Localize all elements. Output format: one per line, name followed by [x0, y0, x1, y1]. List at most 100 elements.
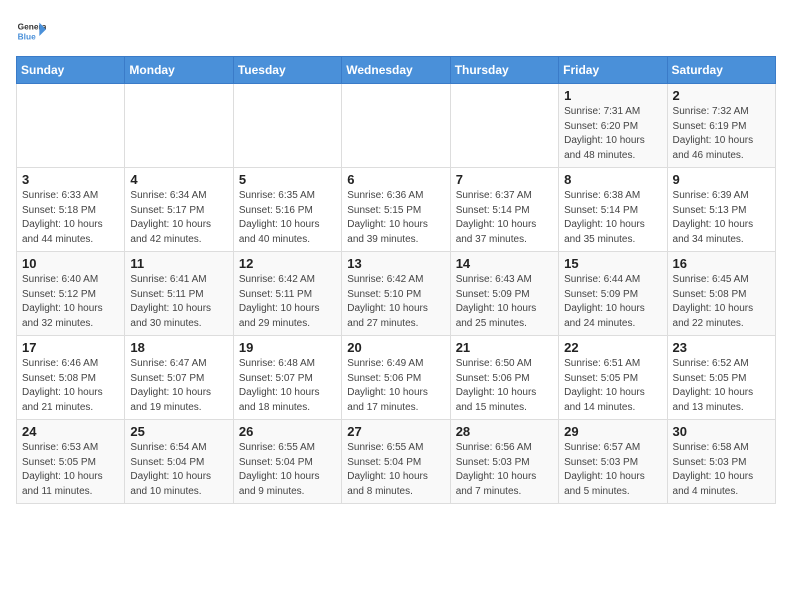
day-number: 9 — [673, 172, 770, 187]
day-info: Sunrise: 6:37 AM Sunset: 5:14 PM Dayligh… — [456, 189, 553, 247]
day-info: Sunrise: 6:43 AM Sunset: 5:09 PM Dayligh… — [456, 273, 553, 331]
day-header-thursday: Thursday — [450, 57, 558, 84]
calendar-cell: 21 Sunrise: 6:50 AM Sunset: 5:06 PM Dayli… — [450, 336, 558, 420]
week-row-5: 24 Sunrise: 6:53 AM Sunset: 5:05 PM Dayli… — [17, 420, 776, 504]
calendar-cell: 3 Sunrise: 6:33 AM Sunset: 5:18 PM Daylig… — [17, 168, 125, 252]
calendar-cell: 8 Sunrise: 6:38 AM Sunset: 5:14 PM Daylig… — [559, 168, 667, 252]
calendar-cell: 11 Sunrise: 6:41 AM Sunset: 5:11 PM Dayli… — [125, 252, 233, 336]
day-header-monday: Monday — [125, 57, 233, 84]
day-number: 1 — [564, 88, 661, 103]
day-number: 17 — [22, 340, 119, 355]
day-info: Sunrise: 6:58 AM Sunset: 5:03 PM Dayligh… — [673, 441, 770, 499]
day-info: Sunrise: 6:41 AM Sunset: 5:11 PM Dayligh… — [130, 273, 227, 331]
day-info: Sunrise: 6:55 AM Sunset: 5:04 PM Dayligh… — [239, 441, 336, 499]
day-info: Sunrise: 6:36 AM Sunset: 5:15 PM Dayligh… — [347, 189, 444, 247]
day-number: 11 — [130, 256, 227, 271]
calendar-cell: 1 Sunrise: 7:31 AM Sunset: 6:20 PM Daylig… — [559, 84, 667, 168]
day-number: 12 — [239, 256, 336, 271]
calendar-cell — [125, 84, 233, 168]
week-row-1: 1 Sunrise: 7:31 AM Sunset: 6:20 PM Daylig… — [17, 84, 776, 168]
day-number: 5 — [239, 172, 336, 187]
day-number: 4 — [130, 172, 227, 187]
day-info: Sunrise: 6:34 AM Sunset: 5:17 PM Dayligh… — [130, 189, 227, 247]
calendar-cell: 30 Sunrise: 6:58 AM Sunset: 5:03 PM Dayli… — [667, 420, 775, 504]
day-header-tuesday: Tuesday — [233, 57, 341, 84]
day-info: Sunrise: 6:42 AM Sunset: 5:11 PM Dayligh… — [239, 273, 336, 331]
calendar-cell: 13 Sunrise: 6:42 AM Sunset: 5:10 PM Dayli… — [342, 252, 450, 336]
day-number: 8 — [564, 172, 661, 187]
calendar-cell: 4 Sunrise: 6:34 AM Sunset: 5:17 PM Daylig… — [125, 168, 233, 252]
day-number: 7 — [456, 172, 553, 187]
day-number: 29 — [564, 424, 661, 439]
day-info: Sunrise: 6:40 AM Sunset: 5:12 PM Dayligh… — [22, 273, 119, 331]
day-info: Sunrise: 6:33 AM Sunset: 5:18 PM Dayligh… — [22, 189, 119, 247]
day-info: Sunrise: 6:50 AM Sunset: 5:06 PM Dayligh… — [456, 357, 553, 415]
calendar-cell: 26 Sunrise: 6:55 AM Sunset: 5:04 PM Dayli… — [233, 420, 341, 504]
calendar-cell: 2 Sunrise: 7:32 AM Sunset: 6:19 PM Daylig… — [667, 84, 775, 168]
calendar-cell: 20 Sunrise: 6:49 AM Sunset: 5:06 PM Dayli… — [342, 336, 450, 420]
calendar-cell: 24 Sunrise: 6:53 AM Sunset: 5:05 PM Dayli… — [17, 420, 125, 504]
calendar-header-row: SundayMondayTuesdayWednesdayThursdayFrid… — [17, 57, 776, 84]
day-number: 10 — [22, 256, 119, 271]
day-number: 14 — [456, 256, 553, 271]
day-info: Sunrise: 6:49 AM Sunset: 5:06 PM Dayligh… — [347, 357, 444, 415]
calendar-cell: 17 Sunrise: 6:46 AM Sunset: 5:08 PM Dayli… — [17, 336, 125, 420]
day-info: Sunrise: 6:38 AM Sunset: 5:14 PM Dayligh… — [564, 189, 661, 247]
calendar-cell — [342, 84, 450, 168]
day-number: 15 — [564, 256, 661, 271]
calendar-cell: 16 Sunrise: 6:45 AM Sunset: 5:08 PM Dayli… — [667, 252, 775, 336]
day-number: 2 — [673, 88, 770, 103]
day-info: Sunrise: 6:55 AM Sunset: 5:04 PM Dayligh… — [347, 441, 444, 499]
day-info: Sunrise: 7:31 AM Sunset: 6:20 PM Dayligh… — [564, 105, 661, 163]
day-number: 28 — [456, 424, 553, 439]
day-header-sunday: Sunday — [17, 57, 125, 84]
day-number: 25 — [130, 424, 227, 439]
calendar-table: SundayMondayTuesdayWednesdayThursdayFrid… — [16, 56, 776, 504]
day-number: 27 — [347, 424, 444, 439]
logo-icon: General Blue — [16, 16, 46, 46]
day-number: 22 — [564, 340, 661, 355]
day-info: Sunrise: 6:46 AM Sunset: 5:08 PM Dayligh… — [22, 357, 119, 415]
day-header-wednesday: Wednesday — [342, 57, 450, 84]
calendar-cell: 18Sunrise: 6:47 AM Sunset: 5:07 PM Dayli… — [125, 336, 233, 420]
week-row-3: 10 Sunrise: 6:40 AM Sunset: 5:12 PM Dayli… — [17, 252, 776, 336]
calendar-cell: 27 Sunrise: 6:55 AM Sunset: 5:04 PM Dayli… — [342, 420, 450, 504]
day-number: 24 — [22, 424, 119, 439]
calendar-cell: 28 Sunrise: 6:56 AM Sunset: 5:03 PM Dayli… — [450, 420, 558, 504]
day-info: Sunrise: 6:47 AM Sunset: 5:07 PM Dayligh… — [130, 357, 227, 415]
day-info: Sunrise: 6:45 AM Sunset: 5:08 PM Dayligh… — [673, 273, 770, 331]
calendar-cell — [17, 84, 125, 168]
day-info: Sunrise: 6:52 AM Sunset: 5:05 PM Dayligh… — [673, 357, 770, 415]
calendar-cell: 15 Sunrise: 6:44 AM Sunset: 5:09 PM Dayli… — [559, 252, 667, 336]
calendar-cell: 9 Sunrise: 6:39 AM Sunset: 5:13 PM Daylig… — [667, 168, 775, 252]
calendar-cell: 10 Sunrise: 6:40 AM Sunset: 5:12 PM Dayli… — [17, 252, 125, 336]
day-number: 3 — [22, 172, 119, 187]
calendar-cell: 14 Sunrise: 6:43 AM Sunset: 5:09 PM Dayli… — [450, 252, 558, 336]
day-info: Sunrise: 7:32 AM Sunset: 6:19 PM Dayligh… — [673, 105, 770, 163]
calendar-cell: 7 Sunrise: 6:37 AM Sunset: 5:14 PM Daylig… — [450, 168, 558, 252]
day-number: 30 — [673, 424, 770, 439]
day-number: 20 — [347, 340, 444, 355]
day-info: Sunrise: 6:39 AM Sunset: 5:13 PM Dayligh… — [673, 189, 770, 247]
logo: General Blue — [16, 16, 46, 46]
day-info: Sunrise: 6:53 AM Sunset: 5:05 PM Dayligh… — [22, 441, 119, 499]
day-number: 23 — [673, 340, 770, 355]
week-row-2: 3 Sunrise: 6:33 AM Sunset: 5:18 PM Daylig… — [17, 168, 776, 252]
calendar-cell: 5Sunrise: 6:35 AM Sunset: 5:16 PM Daylig… — [233, 168, 341, 252]
day-info: Sunrise: 6:56 AM Sunset: 5:03 PM Dayligh… — [456, 441, 553, 499]
day-info: Sunrise: 6:51 AM Sunset: 5:05 PM Dayligh… — [564, 357, 661, 415]
day-number: 6 — [347, 172, 444, 187]
calendar-cell: 19 Sunrise: 6:48 AM Sunset: 5:07 PM Dayli… — [233, 336, 341, 420]
calendar-cell: 29Sunrise: 6:57 AM Sunset: 5:03 PM Dayli… — [559, 420, 667, 504]
day-number: 13 — [347, 256, 444, 271]
day-header-saturday: Saturday — [667, 57, 775, 84]
day-number: 16 — [673, 256, 770, 271]
day-info: Sunrise: 6:44 AM Sunset: 5:09 PM Dayligh… — [564, 273, 661, 331]
week-row-4: 17 Sunrise: 6:46 AM Sunset: 5:08 PM Dayli… — [17, 336, 776, 420]
day-number: 19 — [239, 340, 336, 355]
day-info: Sunrise: 6:48 AM Sunset: 5:07 PM Dayligh… — [239, 357, 336, 415]
day-number: 26 — [239, 424, 336, 439]
day-header-friday: Friday — [559, 57, 667, 84]
day-number: 21 — [456, 340, 553, 355]
day-info: Sunrise: 6:42 AM Sunset: 5:10 PM Dayligh… — [347, 273, 444, 331]
